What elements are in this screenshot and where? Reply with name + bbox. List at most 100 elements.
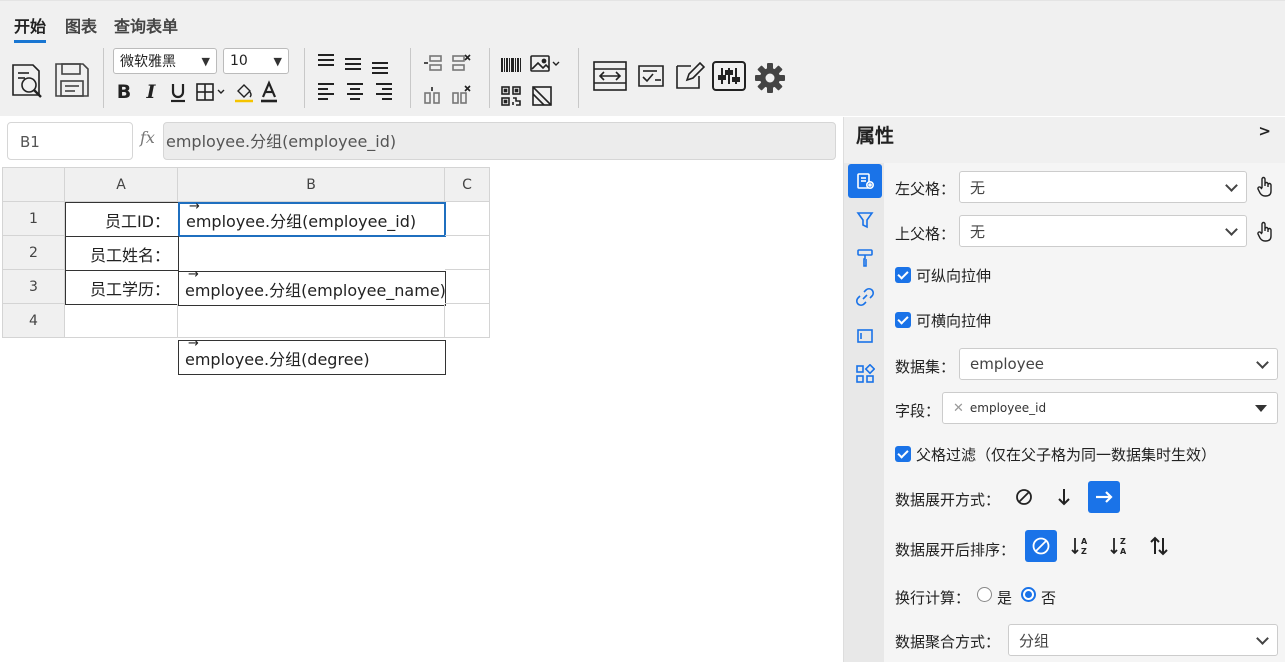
cell-b3[interactable]: → employee.分组(degree) [178, 336, 446, 375]
top-parent-select[interactable]: 无 [959, 215, 1247, 247]
border-icon[interactable] [194, 80, 228, 104]
underline-icon[interactable] [167, 80, 189, 104]
toolbar-separator [489, 48, 490, 108]
sort-label: 数据展开后排序： [895, 541, 1016, 559]
wrap-calc-yes-radio[interactable] [977, 587, 992, 602]
pick-top-parent-hand-icon[interactable] [1251, 216, 1279, 248]
cell-reference-box[interactable]: B1 [7, 122, 133, 160]
delete-column-icon[interactable] [449, 84, 473, 106]
query-conditions-icon[interactable] [634, 58, 668, 94]
left-parent-select[interactable]: 无 [959, 171, 1247, 203]
align-middle-icon[interactable] [342, 54, 364, 74]
cell-a2-text: 员工姓名： [89, 245, 170, 265]
edit-icon[interactable] [672, 58, 706, 94]
sort-custom-icon[interactable] [1143, 530, 1175, 562]
dataset-select[interactable]: employee [959, 348, 1278, 380]
svg-text:Z: Z [1120, 537, 1126, 546]
barcode-icon[interactable] [499, 54, 523, 76]
cell-b2[interactable]: → employee.分组(employee_name) [178, 267, 446, 306]
horizontal-stretch-checkbox[interactable] [895, 312, 911, 328]
cell-a3[interactable]: 员工学历： [65, 270, 179, 305]
toolbar-separator [304, 48, 305, 108]
font-color-icon[interactable] [258, 80, 280, 104]
cell-b1-selected[interactable]: → employee.分组(employee_id) [178, 199, 446, 237]
expand-none-icon[interactable] [1008, 481, 1040, 513]
cell-c4[interactable] [445, 304, 490, 338]
bold-icon[interactable]: B [113, 80, 135, 104]
row-header-3[interactable]: 3 [2, 270, 65, 304]
insert-row-icon[interactable] [421, 52, 445, 74]
expand-right-arrow-icon: → [188, 267, 199, 282]
expand-right-arrow-icon[interactable] [1088, 481, 1120, 513]
cell-c2[interactable] [445, 236, 490, 270]
cell-properties-tab-icon[interactable] [848, 164, 882, 198]
font-family-select[interactable]: 微软雅黑 ▼ [113, 48, 217, 74]
remove-tag-icon[interactable]: ✕ [953, 401, 964, 416]
wrap-calc-yes-label: 是 [997, 589, 1013, 607]
gear-icon[interactable] [752, 60, 788, 96]
align-bottom-icon[interactable] [369, 58, 391, 78]
preview-icon[interactable] [8, 60, 46, 100]
save-icon[interactable] [52, 60, 92, 100]
font-size-select[interactable]: 10 ▼ [223, 48, 289, 74]
vertical-stretch-checkbox[interactable] [895, 267, 911, 283]
expand-mode-label: 数据展开方式： [895, 491, 1001, 509]
pick-left-parent-hand-icon[interactable] [1251, 171, 1279, 203]
align-top-icon[interactable] [315, 50, 337, 70]
field-label: 字段： [895, 402, 941, 420]
chevron-down-icon [1256, 631, 1269, 645]
format-painter-tab-icon[interactable] [848, 241, 882, 275]
align-left-icon[interactable] [315, 80, 337, 104]
caret-down-icon [1255, 404, 1267, 412]
cell-a2[interactable]: 员工姓名： [65, 236, 179, 271]
align-center-icon[interactable] [344, 80, 366, 104]
svg-text:A: A [1120, 547, 1127, 556]
report-designer: 开始 图表 查询表单 微软雅黑 ▼ 10 ▼ B I B1 fx employe… [0, 0, 1285, 662]
column-header-b[interactable]: B [178, 167, 445, 202]
sort-descending-icon[interactable]: ZA [1104, 530, 1136, 562]
link-tab-icon[interactable] [848, 280, 882, 314]
insert-column-icon[interactable] [421, 84, 445, 106]
fill-color-icon[interactable] [232, 80, 256, 104]
tab-chart[interactable]: 图表 [65, 13, 97, 37]
tab-query-form[interactable]: 查询表单 [114, 13, 178, 37]
cell-c1[interactable] [445, 202, 490, 236]
align-right-icon[interactable] [373, 80, 395, 104]
widgets-tab-icon[interactable] [848, 357, 882, 391]
wrap-calc-no-radio[interactable] [1021, 587, 1036, 602]
expand-down-arrow-icon[interactable] [1048, 481, 1080, 513]
column-header-a[interactable]: A [65, 167, 178, 202]
svg-text:A: A [1081, 537, 1088, 546]
settings-sliders-icon[interactable] [710, 58, 748, 94]
corner-cell[interactable] [2, 167, 65, 202]
parent-filter-checkbox[interactable] [895, 446, 911, 462]
column-width-icon[interactable] [591, 58, 629, 94]
row-header-1[interactable]: 1 [2, 202, 65, 236]
filter-tab-icon[interactable] [848, 203, 882, 237]
cell-b1-text: employee.分组(employee_id) [186, 211, 417, 231]
diagonal-cell-icon[interactable] [530, 84, 554, 108]
image-icon[interactable] [528, 52, 562, 76]
tab-start[interactable]: 开始 [14, 13, 47, 43]
sort-ascending-icon[interactable]: AZ [1065, 530, 1097, 562]
delete-row-icon[interactable] [449, 52, 473, 74]
chevron-down-icon: ▼ [273, 54, 282, 68]
column-header-c[interactable]: C [445, 167, 490, 202]
row-header-4[interactable]: 4 [2, 304, 65, 338]
row-header-2[interactable]: 2 [2, 236, 65, 270]
cell-c3[interactable] [445, 270, 490, 304]
cell-b4[interactable] [178, 304, 445, 338]
italic-icon[interactable]: I [140, 80, 162, 104]
menu-tabs: 开始 图表 查询表单 [0, 0, 1285, 44]
cell-properties: 左父格： 无 上父格： 无 可纵向拉伸 可横向拉伸 数据集： employee … [884, 163, 1285, 662]
aggregate-select[interactable]: 分组 [1008, 624, 1278, 656]
field-multiselect[interactable]: ✕ employee_id [942, 392, 1278, 424]
formula-input[interactable]: employee.分组(employee_id) [163, 122, 836, 160]
cell-a1[interactable]: 员工ID： [65, 202, 179, 237]
toolbar-separator [103, 48, 104, 108]
qr-code-icon[interactable] [499, 84, 523, 108]
border-tab-icon[interactable] [848, 319, 882, 353]
cell-a4[interactable] [65, 304, 178, 338]
collapse-panel-button[interactable]: > [1258, 122, 1271, 140]
sort-none-icon[interactable] [1025, 530, 1057, 562]
